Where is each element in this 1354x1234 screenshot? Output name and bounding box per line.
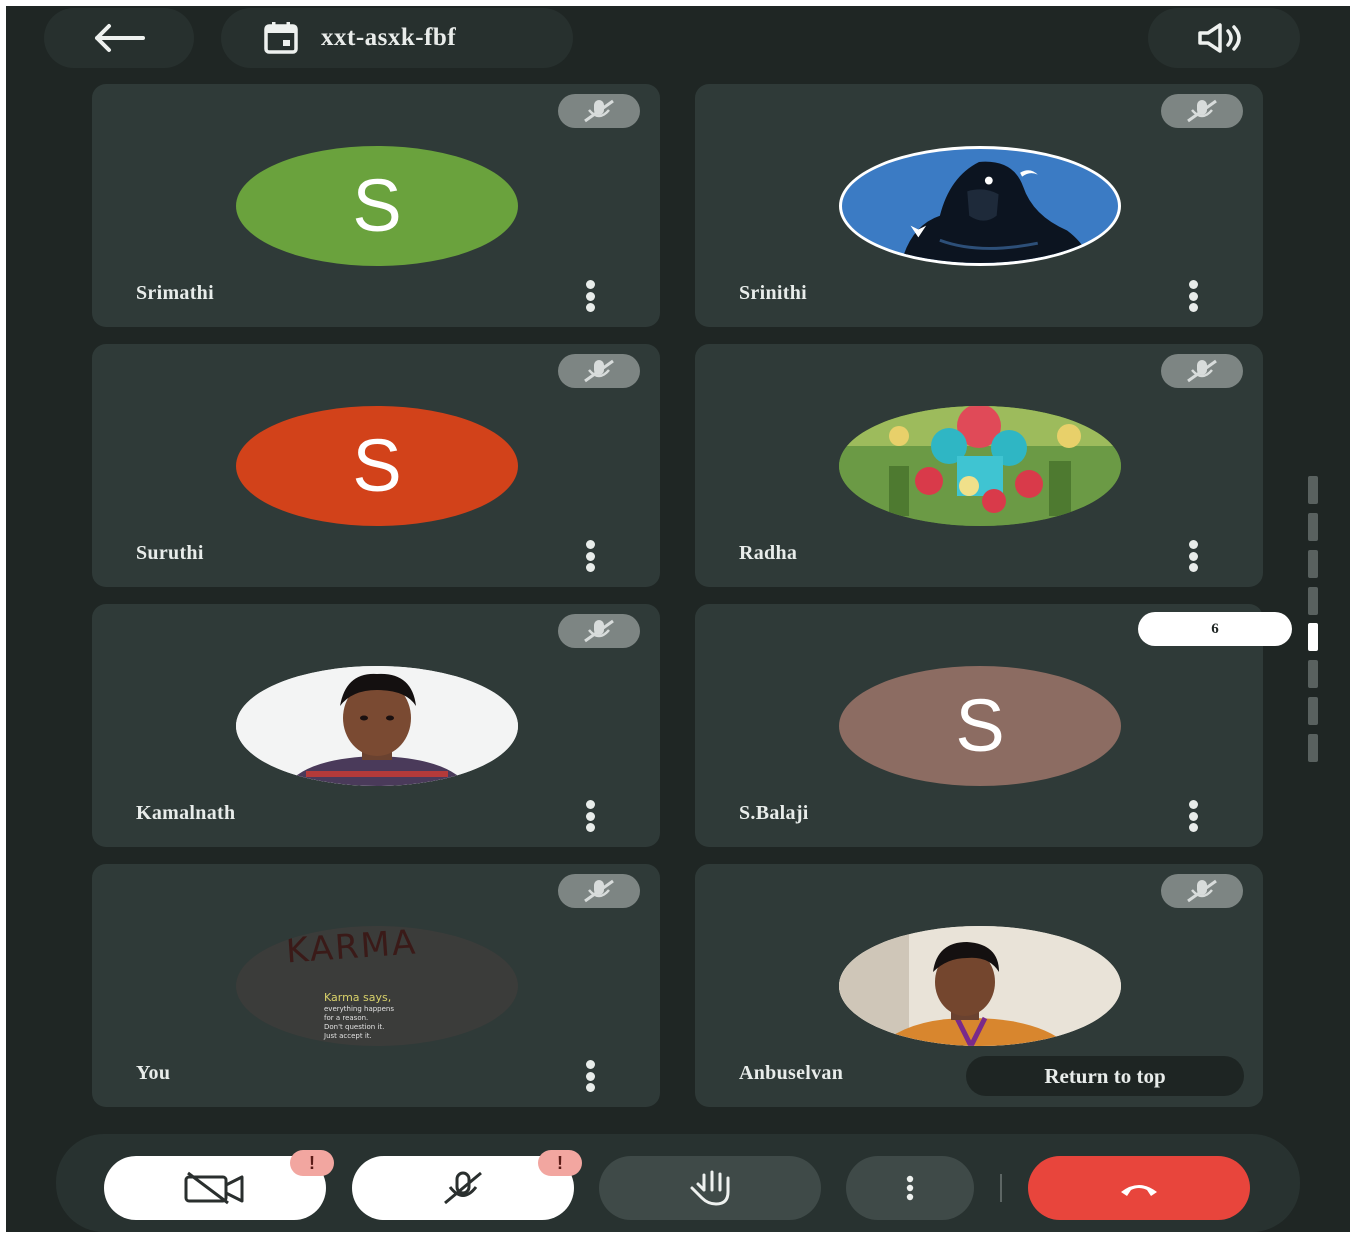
call-controls-bar: ! ! xyxy=(56,1134,1300,1232)
participant-menu-button[interactable] xyxy=(1183,540,1203,572)
raise-hand-icon xyxy=(690,1170,730,1206)
participant-menu-button[interactable] xyxy=(580,540,600,572)
more-vertical-icon xyxy=(906,1175,914,1201)
person-photo xyxy=(236,666,518,786)
mic-off-icon xyxy=(584,99,614,123)
avatar xyxy=(236,666,518,786)
participant-name: Radha xyxy=(739,542,798,564)
muted-indicator xyxy=(1161,94,1243,128)
microphone-toggle-button[interactable]: ! xyxy=(352,1150,582,1220)
end-call-button[interactable] xyxy=(1028,1156,1250,1220)
participant-tile[interactable]: Kamalnath xyxy=(92,604,660,847)
participant-tile[interactable]: Srinithi xyxy=(695,84,1263,327)
muted-indicator xyxy=(558,94,640,128)
mic-off-icon xyxy=(1187,879,1217,903)
meet-screen: xxt-asxk-fbf S Srimathi Srinithi S Surut… xyxy=(6,6,1350,1232)
meeting-info-button[interactable]: xxt-asxk-fbf xyxy=(221,8,573,68)
avatar: S xyxy=(839,666,1121,786)
scroll-segment xyxy=(1308,512,1318,541)
participant-name: Anbuselvan xyxy=(739,1062,844,1084)
mic-off-icon xyxy=(584,879,614,903)
participant-name: You xyxy=(136,1062,171,1084)
mic-off-icon xyxy=(1187,359,1217,383)
muted-indicator xyxy=(558,874,640,908)
karma-quote-heading: Karma says, xyxy=(324,991,392,1004)
participant-name: Srinithi xyxy=(739,282,807,304)
mic-off-icon xyxy=(444,1171,482,1205)
muted-indicator xyxy=(1161,354,1243,388)
avatar-initial: S xyxy=(352,164,402,247)
scroll-indicator[interactable] xyxy=(1308,476,1318,762)
camera-warning-badge: ! xyxy=(290,1150,334,1176)
karma-quote-line: for a reason. xyxy=(324,1014,369,1022)
mic-off-icon xyxy=(584,619,614,643)
speaker-icon xyxy=(1198,23,1241,53)
participant-tile[interactable]: S Suruthi xyxy=(92,344,660,587)
camera-toggle-button[interactable]: ! xyxy=(104,1150,334,1220)
karma-title: KARMA xyxy=(284,926,419,972)
more-options-button[interactable] xyxy=(846,1156,974,1220)
mic-off-icon xyxy=(1187,99,1217,123)
participant-menu-button[interactable] xyxy=(580,1060,600,1092)
avatar: S xyxy=(236,146,518,266)
participant-menu-button[interactable] xyxy=(1183,280,1203,312)
page-number-bubble: 6 xyxy=(1138,612,1292,646)
participant-tile[interactable]: Radha xyxy=(695,344,1263,587)
microphone-warning-badge: ! xyxy=(538,1150,582,1176)
participant-name: Suruthi xyxy=(136,542,204,564)
scroll-segment xyxy=(1308,697,1318,726)
shiva-illustration xyxy=(901,161,1092,263)
karma-quote-line: everything happens xyxy=(324,1005,395,1013)
meeting-code: xxt-asxk-fbf xyxy=(321,24,457,51)
participant-menu-button[interactable] xyxy=(580,800,600,832)
mic-off-icon xyxy=(584,359,614,383)
raise-hand-button[interactable] xyxy=(599,1156,821,1220)
muted-indicator xyxy=(1161,874,1243,908)
participant-tile[interactable]: S Srimathi xyxy=(92,84,660,327)
karma-quote-line: Just accept it. xyxy=(324,1032,372,1040)
return-to-top-button[interactable]: Return to top xyxy=(966,1056,1244,1096)
avatar-initial: S xyxy=(955,684,1005,767)
calendar-icon xyxy=(264,22,298,54)
participant-name: Srimathi xyxy=(136,282,214,304)
scroll-segment xyxy=(1308,586,1318,615)
person-photo xyxy=(839,926,1121,1046)
end-call-icon xyxy=(1121,1185,1157,1196)
krishna-picture xyxy=(839,406,1121,526)
scroll-segment-active xyxy=(1308,623,1318,652)
muted-indicator xyxy=(558,614,640,648)
participant-name: S.Balaji xyxy=(739,802,809,824)
scroll-segment xyxy=(1308,549,1318,578)
participant-name: Kamalnath xyxy=(136,802,236,824)
avatar xyxy=(839,406,1121,526)
avatar xyxy=(839,926,1121,1046)
toolbar-divider xyxy=(1000,1174,1002,1202)
camera-off-icon xyxy=(184,1171,244,1205)
arrow-left-icon xyxy=(95,24,145,52)
back-button[interactable] xyxy=(44,8,194,68)
participant-tile-self[interactable]: KARMA Karma says, everything happens for… xyxy=(92,864,660,1107)
scroll-segment xyxy=(1308,476,1318,504)
avatar: S xyxy=(236,406,518,526)
participant-menu-button[interactable] xyxy=(580,280,600,312)
avatar-initial: S xyxy=(352,424,402,507)
muted-indicator xyxy=(558,354,640,388)
scroll-segment xyxy=(1308,660,1318,689)
scroll-segment xyxy=(1308,733,1318,762)
avatar: KARMA Karma says, everything happens for… xyxy=(236,926,518,1046)
avatar xyxy=(839,146,1121,266)
audio-output-button[interactable] xyxy=(1148,8,1300,68)
participant-menu-button[interactable] xyxy=(1183,800,1203,832)
karma-quote-line: Don't question it. xyxy=(324,1023,385,1031)
